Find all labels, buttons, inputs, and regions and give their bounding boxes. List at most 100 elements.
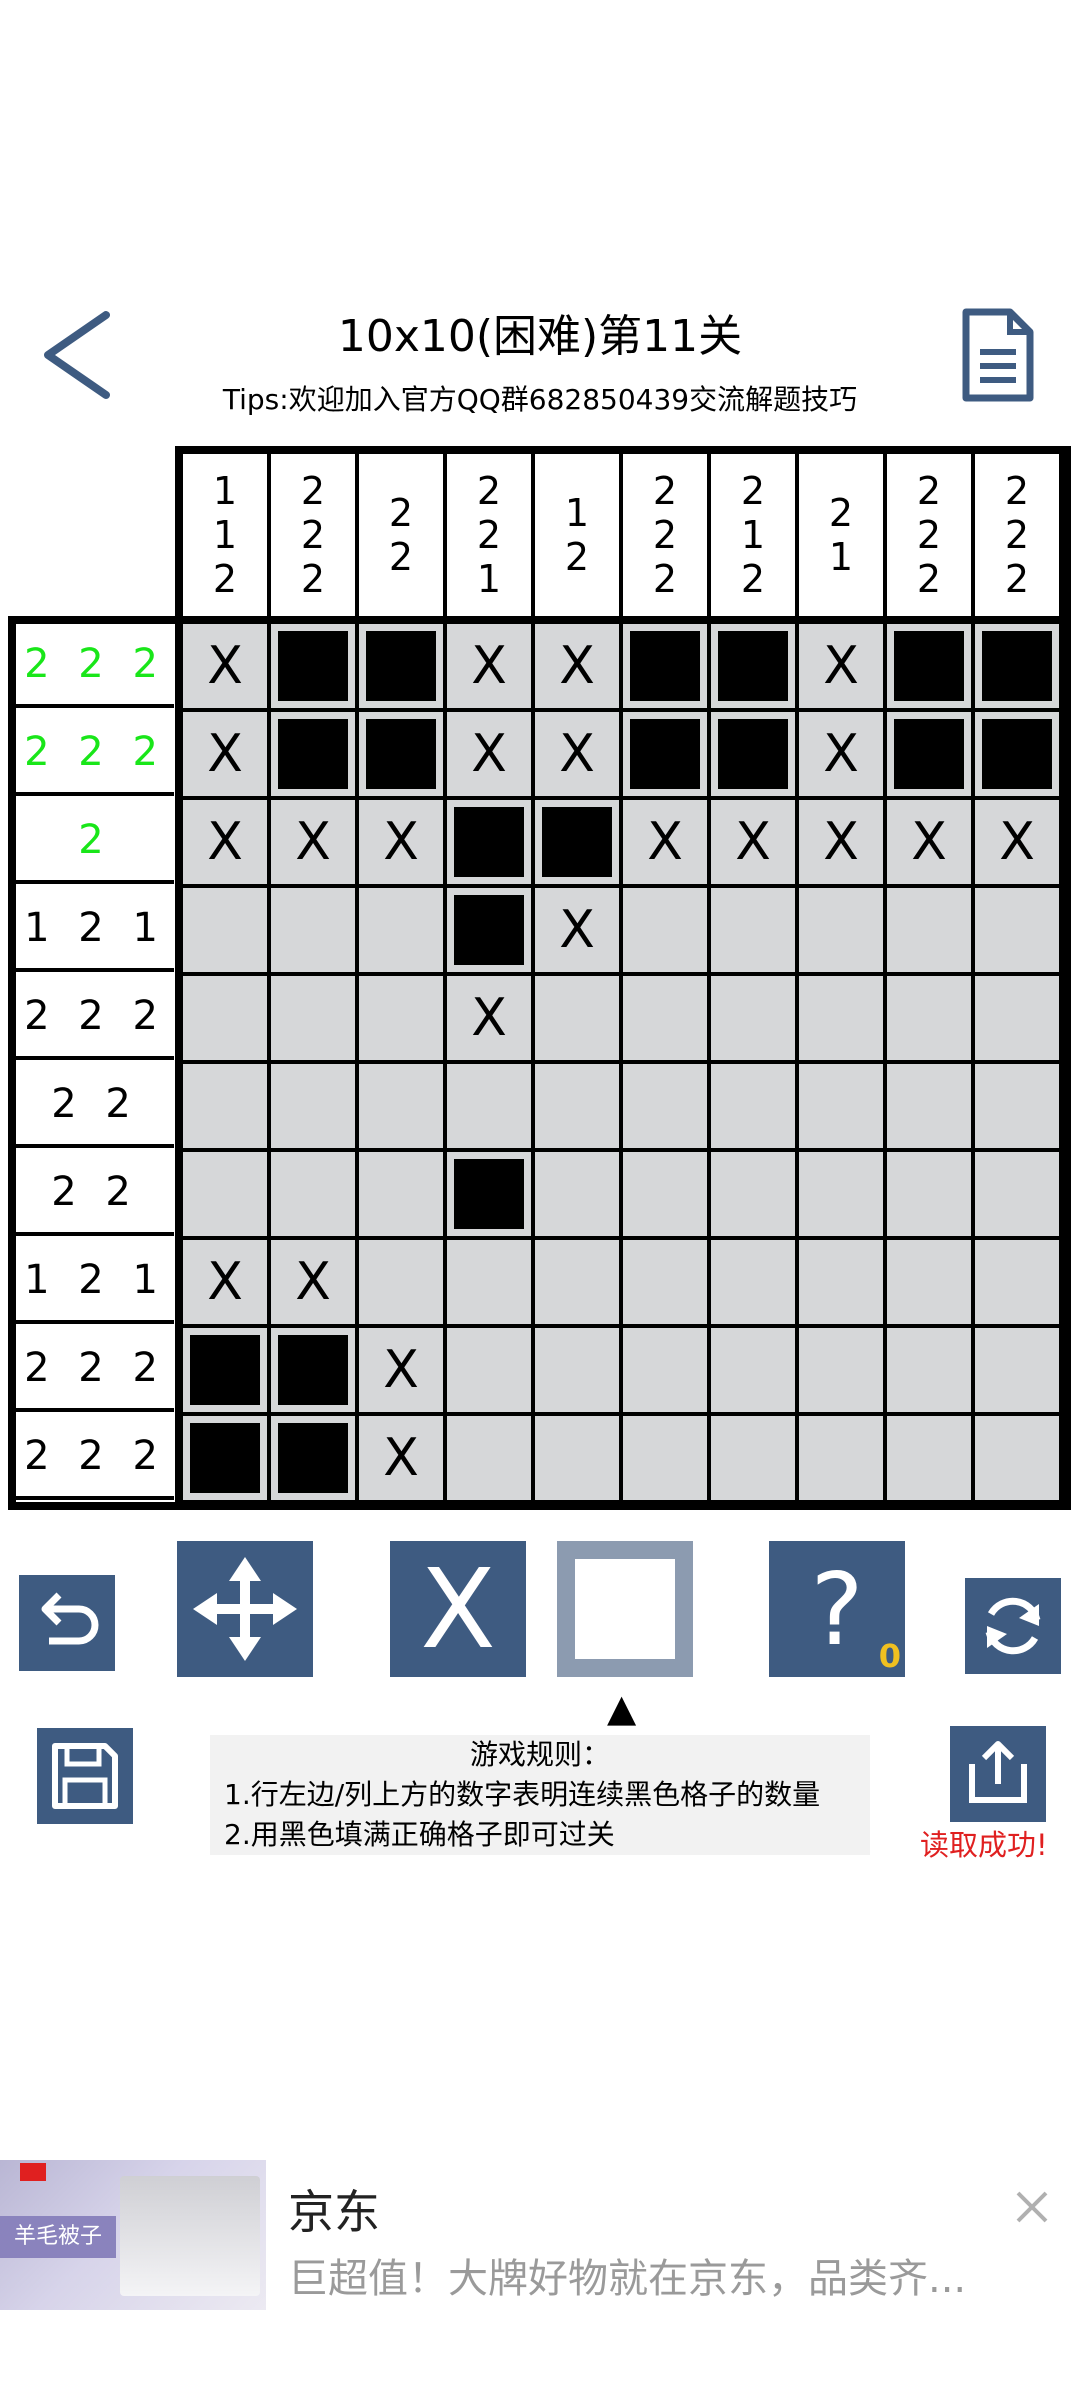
cell-empty[interactable] bbox=[359, 1152, 443, 1236]
cell-empty[interactable] bbox=[887, 1064, 971, 1148]
cell-filled[interactable] bbox=[271, 1416, 355, 1500]
cell-empty[interactable] bbox=[799, 1416, 883, 1500]
save-button[interactable] bbox=[37, 1728, 133, 1824]
fill-mode-button[interactable] bbox=[557, 1541, 693, 1677]
cell-empty[interactable] bbox=[711, 1328, 795, 1412]
cell-empty[interactable] bbox=[887, 1152, 971, 1236]
ad-title[interactable]: 京东 bbox=[288, 2176, 380, 2242]
cell-empty[interactable] bbox=[623, 1152, 707, 1236]
cell-empty[interactable] bbox=[975, 1416, 1059, 1500]
cell-empty[interactable] bbox=[799, 1328, 883, 1412]
cell-empty[interactable] bbox=[887, 1328, 971, 1412]
cell-empty[interactable] bbox=[447, 1064, 531, 1148]
cell-empty[interactable] bbox=[447, 1328, 531, 1412]
cell-empty[interactable] bbox=[535, 1064, 619, 1148]
cell-empty[interactable] bbox=[975, 1064, 1059, 1148]
cell-empty[interactable] bbox=[535, 1416, 619, 1500]
cell-filled[interactable] bbox=[447, 800, 531, 884]
cell-empty[interactable] bbox=[183, 1152, 267, 1236]
cell-filled[interactable] bbox=[447, 1152, 531, 1236]
cell-filled[interactable] bbox=[711, 624, 795, 708]
cell-filled[interactable] bbox=[183, 1328, 267, 1412]
cell-empty[interactable] bbox=[975, 1152, 1059, 1236]
cell-empty[interactable] bbox=[887, 1240, 971, 1324]
cell-empty[interactable] bbox=[887, 888, 971, 972]
cell-empty[interactable] bbox=[359, 888, 443, 972]
ad-close-button[interactable] bbox=[1010, 2185, 1054, 2229]
cell-filled[interactable] bbox=[887, 624, 971, 708]
cell-filled[interactable] bbox=[271, 1328, 355, 1412]
cell-marked-x[interactable]: X bbox=[183, 800, 267, 884]
cell-filled[interactable] bbox=[975, 624, 1059, 708]
cell-empty[interactable] bbox=[799, 1064, 883, 1148]
cell-empty[interactable] bbox=[975, 1328, 1059, 1412]
cell-empty[interactable] bbox=[447, 1416, 531, 1500]
cell-empty[interactable] bbox=[623, 888, 707, 972]
restart-button[interactable] bbox=[965, 1578, 1061, 1674]
cell-empty[interactable] bbox=[535, 976, 619, 1060]
cell-empty[interactable] bbox=[799, 1240, 883, 1324]
cell-empty[interactable] bbox=[183, 888, 267, 972]
cell-empty[interactable] bbox=[799, 976, 883, 1060]
cell-empty[interactable] bbox=[623, 1328, 707, 1412]
cell-marked-x[interactable]: X bbox=[975, 800, 1059, 884]
cell-empty[interactable] bbox=[623, 976, 707, 1060]
cell-filled[interactable] bbox=[447, 888, 531, 972]
back-button[interactable] bbox=[38, 305, 118, 405]
cell-marked-x[interactable]: X bbox=[623, 800, 707, 884]
cell-marked-x[interactable]: X bbox=[887, 800, 971, 884]
cell-empty[interactable] bbox=[535, 1240, 619, 1324]
cell-marked-x[interactable]: X bbox=[271, 800, 355, 884]
document-button[interactable] bbox=[960, 308, 1036, 404]
cell-marked-x[interactable]: X bbox=[183, 624, 267, 708]
cell-empty[interactable] bbox=[183, 976, 267, 1060]
cell-filled[interactable] bbox=[623, 712, 707, 796]
cell-empty[interactable] bbox=[799, 1152, 883, 1236]
mark-x-button[interactable]: X bbox=[390, 1541, 526, 1677]
cell-marked-x[interactable]: X bbox=[447, 624, 531, 708]
hint-button[interactable]: ? 0 bbox=[769, 1541, 905, 1677]
cell-empty[interactable] bbox=[711, 976, 795, 1060]
cell-marked-x[interactable]: X bbox=[799, 712, 883, 796]
cell-marked-x[interactable]: X bbox=[711, 800, 795, 884]
ad-description[interactable]: 巨超值！大牌好物就在京东，品类齐... bbox=[288, 2246, 988, 2304]
cell-empty[interactable] bbox=[975, 976, 1059, 1060]
undo-button[interactable] bbox=[19, 1575, 115, 1671]
cell-empty[interactable] bbox=[887, 1416, 971, 1500]
cell-empty[interactable] bbox=[887, 976, 971, 1060]
cell-empty[interactable] bbox=[183, 1064, 267, 1148]
cell-empty[interactable] bbox=[271, 888, 355, 972]
cell-empty[interactable] bbox=[975, 1240, 1059, 1324]
cell-empty[interactable] bbox=[535, 1328, 619, 1412]
cell-marked-x[interactable]: X bbox=[447, 712, 531, 796]
cell-empty[interactable] bbox=[623, 1416, 707, 1500]
cell-filled[interactable] bbox=[271, 712, 355, 796]
cell-filled[interactable] bbox=[623, 624, 707, 708]
cell-marked-x[interactable]: X bbox=[359, 800, 443, 884]
cell-empty[interactable] bbox=[271, 1152, 355, 1236]
cell-empty[interactable] bbox=[535, 1152, 619, 1236]
cell-empty[interactable] bbox=[711, 888, 795, 972]
cell-filled[interactable] bbox=[975, 712, 1059, 796]
cell-empty[interactable] bbox=[271, 1064, 355, 1148]
cell-marked-x[interactable]: X bbox=[359, 1416, 443, 1500]
cell-filled[interactable] bbox=[887, 712, 971, 796]
cell-filled[interactable] bbox=[183, 1416, 267, 1500]
cell-empty[interactable] bbox=[623, 1064, 707, 1148]
cell-marked-x[interactable]: X bbox=[799, 624, 883, 708]
cell-marked-x[interactable]: X bbox=[183, 712, 267, 796]
cell-empty[interactable] bbox=[359, 1240, 443, 1324]
cell-filled[interactable] bbox=[359, 712, 443, 796]
cell-marked-x[interactable]: X bbox=[359, 1328, 443, 1412]
cell-empty[interactable] bbox=[359, 1064, 443, 1148]
cell-marked-x[interactable]: X bbox=[535, 624, 619, 708]
cell-empty[interactable] bbox=[359, 976, 443, 1060]
cell-filled[interactable] bbox=[359, 624, 443, 708]
cell-empty[interactable] bbox=[711, 1152, 795, 1236]
cell-marked-x[interactable]: X bbox=[535, 888, 619, 972]
cell-filled[interactable] bbox=[711, 712, 795, 796]
load-button[interactable] bbox=[950, 1726, 1046, 1822]
cell-marked-x[interactable]: X bbox=[799, 800, 883, 884]
cell-empty[interactable] bbox=[711, 1064, 795, 1148]
cell-empty[interactable] bbox=[623, 1240, 707, 1324]
